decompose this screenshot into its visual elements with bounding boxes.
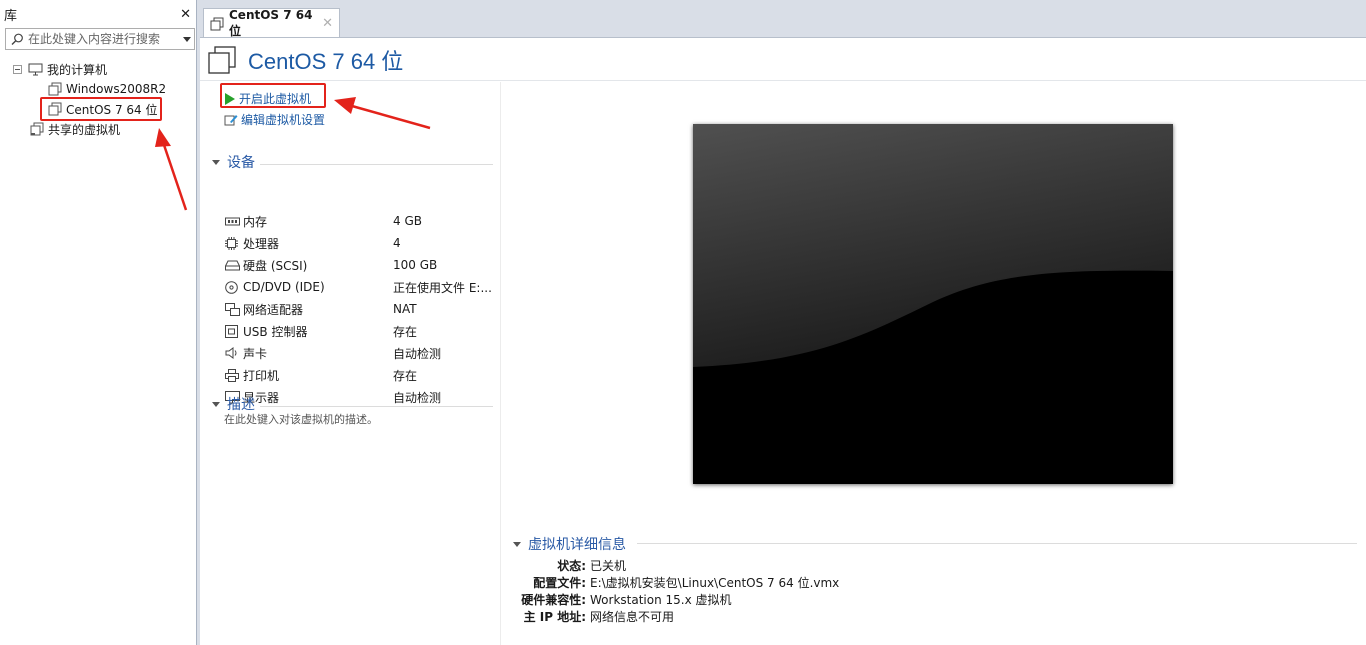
edit-settings-link[interactable]: 编辑虚拟机设置: [224, 111, 325, 128]
device-row-network-adapter[interactable]: 网络适配器 NAT: [225, 298, 495, 320]
library-search-box[interactable]: [5, 28, 195, 50]
device-name: 内存: [243, 214, 268, 229]
tab-centos7[interactable]: CentOS 7 64 位 ✕: [203, 8, 340, 38]
device-value: 存在: [393, 324, 418, 339]
detail-key: 配置文件:: [533, 576, 586, 590]
device-value: 正在使用文件 E:...: [393, 280, 492, 295]
device-row-sound-card[interactable]: 声卡 自动检测: [225, 342, 495, 364]
page-title: CentOS 7 64 位: [248, 49, 404, 74]
chevron-down-icon[interactable]: [180, 29, 194, 49]
printer-icon: [225, 368, 243, 382]
device-value: 自动检测: [393, 346, 442, 361]
vm-icon: [210, 17, 224, 31]
device-name: CD/DVD (IDE): [243, 280, 325, 294]
preview-gloss: [693, 124, 1173, 484]
network-adapter-icon: [225, 302, 243, 316]
device-name: USB 控制器: [243, 324, 308, 339]
device-row-printer[interactable]: 打印机 存在: [225, 364, 495, 386]
collapse-toggle[interactable]: [13, 65, 22, 74]
processor-icon: [225, 236, 243, 250]
description-placeholder[interactable]: 在此处键入对该虚拟机的描述。: [224, 411, 378, 427]
device-value: 100 GB: [393, 258, 438, 272]
hard-disk-icon: [225, 260, 243, 271]
search-icon: [6, 29, 28, 49]
detail-value: 网络信息不可用: [590, 610, 675, 624]
edit-settings-label: 编辑虚拟机设置: [241, 113, 326, 127]
section-divider: [260, 164, 493, 165]
annotation-arrow: [334, 97, 431, 130]
close-icon[interactable]: ✕: [322, 16, 333, 31]
device-row-usb-controller[interactable]: USB 控制器 存在: [225, 320, 495, 342]
detail-row-ip-address: 主 IP 地址: 网络信息不可用: [500, 608, 674, 625]
collapse-triangle-icon: [212, 401, 220, 407]
device-row-processor[interactable]: 处理器 4: [225, 232, 495, 254]
device-name: 网络适配器: [243, 302, 304, 317]
device-value: 4: [393, 236, 401, 250]
device-value: 存在: [393, 368, 418, 383]
tree-item-windows2008r2[interactable]: Windows2008R2: [48, 79, 166, 99]
tab-strip: CentOS 7 64 位 ✕: [200, 4, 1366, 38]
cd-dvd-icon: [225, 280, 243, 294]
detail-row-config-file: 配置文件: E:\虚拟机安装包\Linux\CentOS 7 64 位.vmx: [500, 574, 839, 591]
section-title: 设备: [227, 155, 255, 171]
computer-icon: [28, 63, 43, 76]
vm-console-preview[interactable]: [693, 124, 1173, 484]
highlight-box: [40, 97, 162, 121]
vm-title-bar: CentOS 7 64 位: [200, 38, 1366, 81]
section-title: 虚拟机详细信息: [528, 537, 626, 553]
search-input[interactable]: [28, 30, 180, 48]
library-title: 库: [4, 8, 18, 24]
device-row-hard-disk[interactable]: 硬盘 (SCSI) 100 GB: [225, 254, 495, 276]
detail-value: 已关机: [590, 559, 627, 573]
tree-item-shared-vms[interactable]: 共享的虚拟机: [30, 119, 120, 139]
memory-icon: [225, 216, 243, 227]
edit-settings-icon: [224, 113, 238, 127]
device-name: 显示器: [243, 390, 280, 405]
detail-key: 状态:: [557, 559, 586, 573]
collapse-triangle-icon: [513, 541, 521, 547]
section-divider: [637, 543, 1357, 544]
vm-icon: [48, 82, 62, 96]
device-value: 自动检测: [393, 390, 442, 405]
tree-label: Windows2008R2: [66, 82, 167, 96]
tree-label: 共享的虚拟机: [48, 122, 121, 137]
detail-row-hardware-compat: 硬件兼容性: Workstation 15.x 虚拟机: [500, 591, 732, 608]
device-value: NAT: [393, 302, 417, 316]
detail-value: Workstation 15.x 虚拟机: [590, 593, 732, 607]
tab-label: CentOS 7 64 位: [229, 8, 313, 38]
collapse-triangle-icon: [212, 159, 220, 165]
device-row-cd-dvd[interactable]: CD/DVD (IDE) 正在使用文件 E:...: [225, 276, 495, 298]
shared-vm-icon: [30, 122, 44, 136]
device-name: 处理器: [243, 236, 280, 251]
device-name: 硬盘 (SCSI): [243, 258, 308, 273]
vm-info-column: 开启此虚拟机 编辑虚拟机设置 设备 内存 4 GB 处理器 4 硬盘 (SCSI…: [200, 82, 501, 645]
detail-key: 主 IP 地址:: [523, 610, 586, 624]
section-divider: [260, 406, 493, 407]
sound-card-icon: [225, 347, 243, 359]
device-row-display[interactable]: 显示器 自动检测: [225, 386, 495, 408]
library-header: 库 ✕: [0, 0, 196, 28]
detail-value: E:\虚拟机安装包\Linux\CentOS 7 64 位.vmx: [590, 576, 840, 590]
usb-icon: [225, 324, 243, 338]
device-value: 4 GB: [393, 214, 422, 228]
annotation-arrow: [155, 128, 188, 211]
detail-key: 硬件兼容性:: [521, 593, 586, 607]
highlight-box: [220, 83, 326, 108]
close-icon[interactable]: ✕: [180, 7, 191, 22]
tree-label: 我的计算机: [47, 62, 108, 77]
tree-item-my-computer[interactable]: 我的计算机: [28, 59, 107, 79]
device-name: 打印机: [243, 368, 280, 383]
details-section-header[interactable]: 虚拟机详细信息: [513, 534, 626, 554]
devices-section-header[interactable]: 设备: [212, 152, 255, 172]
device-name: 声卡: [243, 346, 268, 361]
device-row-memory[interactable]: 内存 4 GB: [225, 210, 495, 232]
detail-row-state: 状态: 已关机: [500, 557, 626, 574]
vm-large-icon: [207, 45, 237, 78]
